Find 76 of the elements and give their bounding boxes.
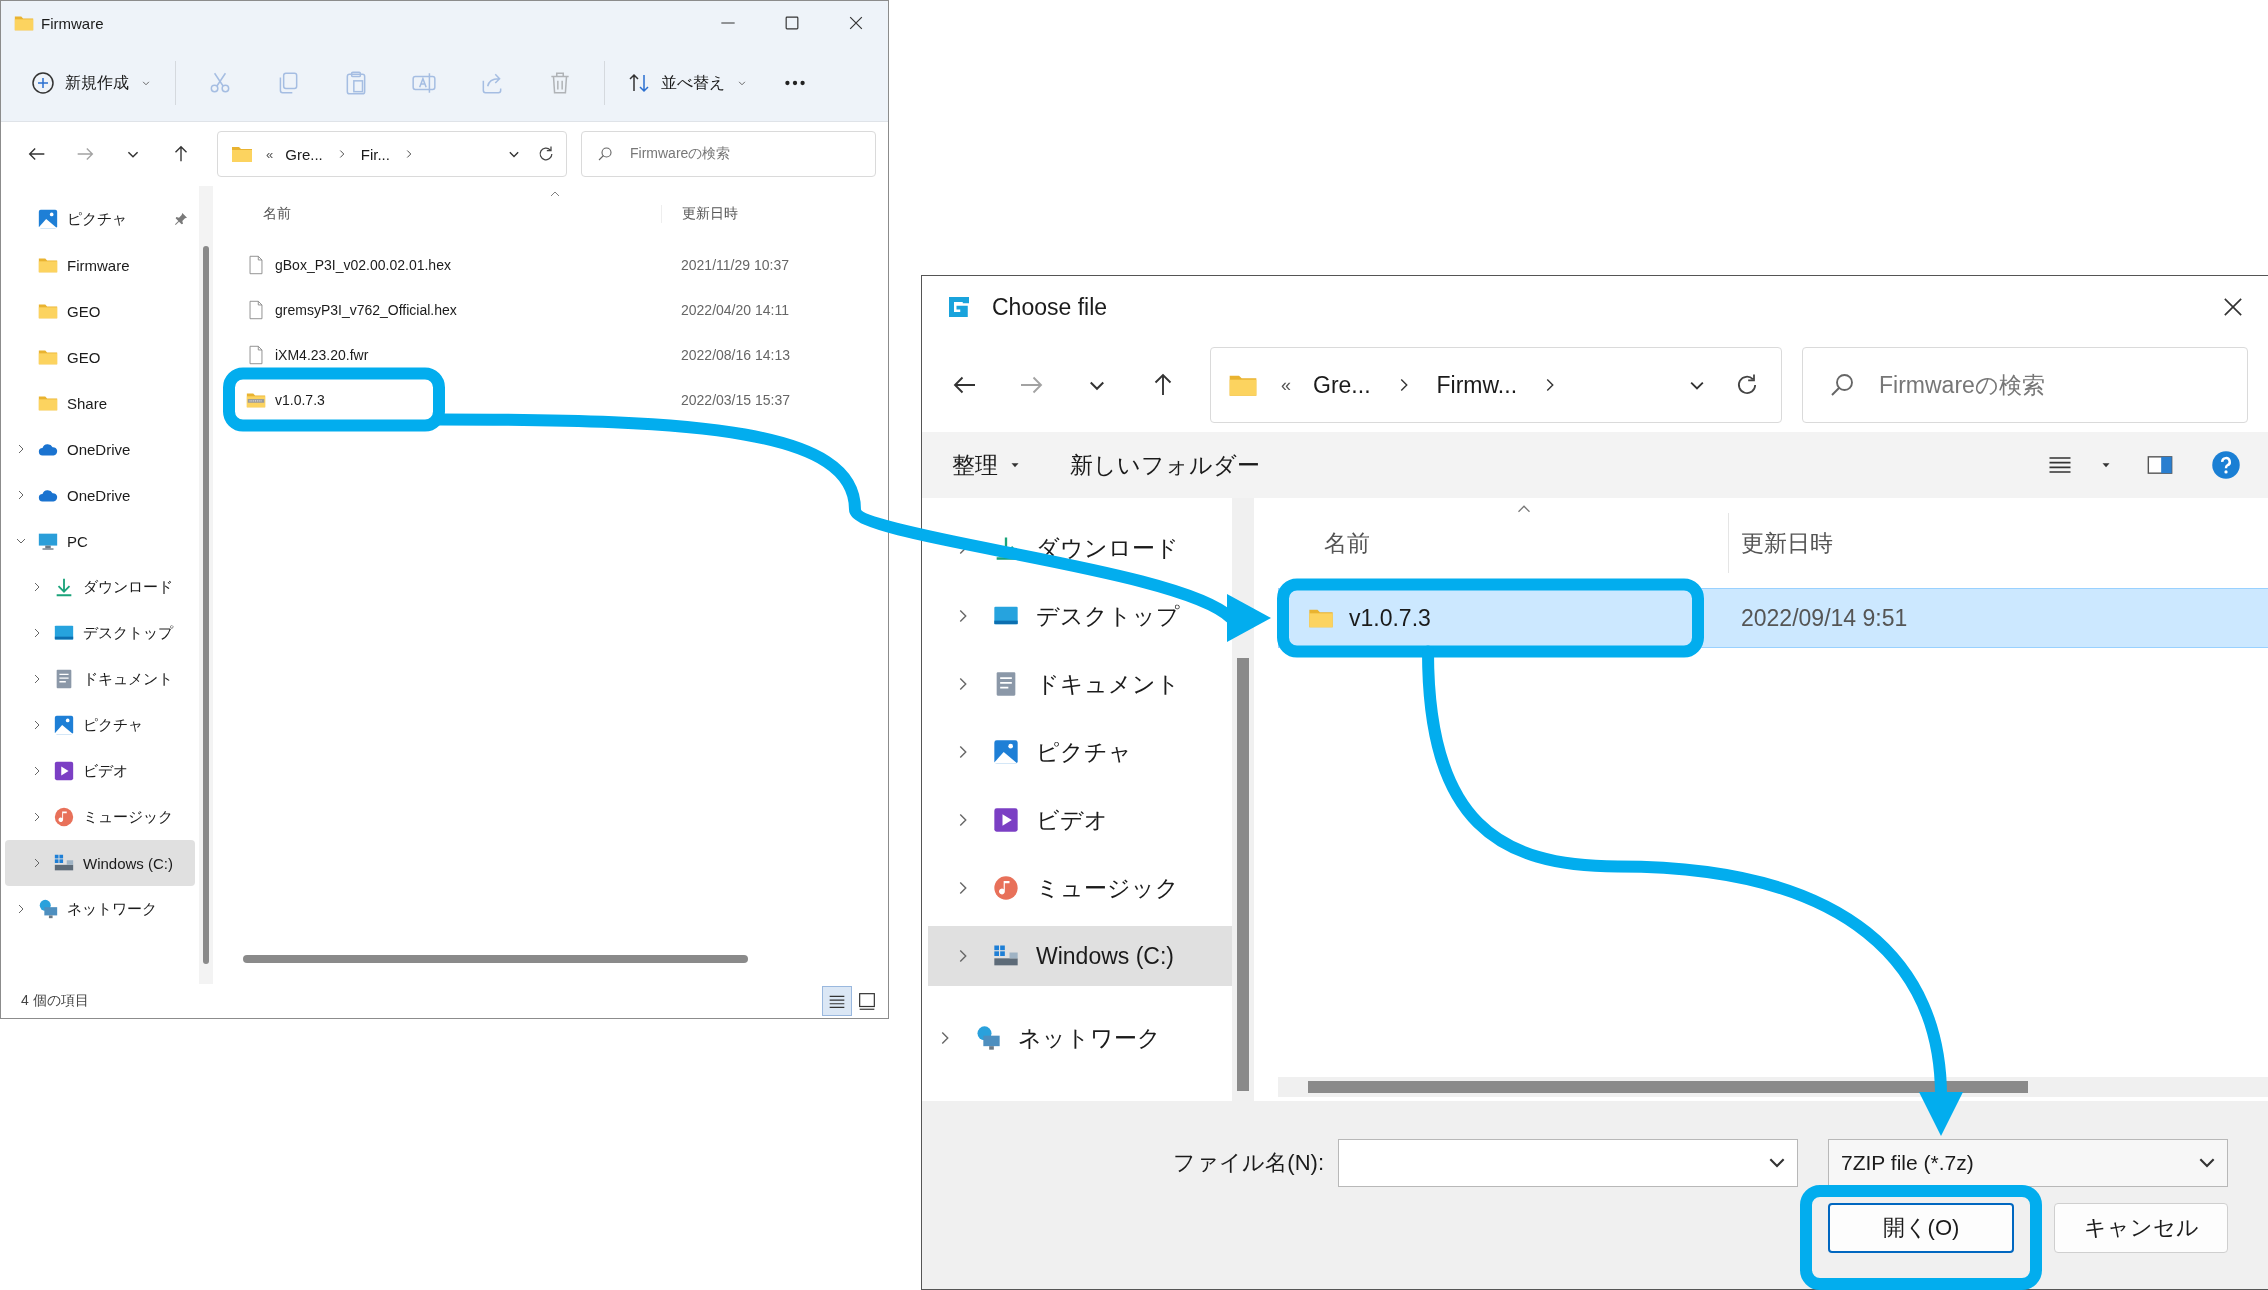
nav-item[interactable]: ダウンロード bbox=[5, 564, 195, 610]
nav-item[interactable]: ドキュメント bbox=[928, 662, 1190, 706]
nav-item[interactable]: ドキュメント bbox=[5, 656, 195, 702]
breadcrumb[interactable]: Gre... bbox=[285, 145, 323, 163]
sort-icon bbox=[627, 71, 651, 95]
file-name-field[interactable] bbox=[1338, 1139, 1798, 1187]
nav-item[interactable]: ビデオ bbox=[5, 748, 195, 794]
nav-item[interactable]: ミュージック bbox=[928, 866, 1189, 910]
new-folder-button[interactable]: 新しいフォルダー bbox=[1070, 443, 1260, 487]
chevron-down-icon[interactable] bbox=[1769, 1158, 1785, 1168]
file-type-dropdown[interactable]: 7ZIP file (*.7z) bbox=[1828, 1139, 2228, 1187]
nav-item[interactable]: Share bbox=[5, 380, 195, 426]
file-row[interactable]: v1.0.7.3 2022/03/15 15:37 bbox=[229, 377, 888, 422]
file-row[interactable]: iXM4.23.20.fwr 2022/08/16 14:13 bbox=[229, 332, 888, 377]
column-header[interactable]: 名前 bbox=[229, 205, 661, 223]
scrollbar-thumb[interactable] bbox=[1237, 658, 1249, 1091]
scrollbar-thumb[interactable] bbox=[1308, 1081, 2028, 1093]
column-header[interactable]: 名前 bbox=[1278, 527, 1728, 559]
address-bar[interactable]: « Gre... Fir... bbox=[217, 131, 567, 177]
nav-item[interactable]: PC bbox=[5, 518, 195, 564]
breadcrumb[interactable]: Firmw... bbox=[1436, 371, 1518, 399]
file-row[interactable]: gremsyP3I_v762_Official.hex 2022/04/20 14:11 bbox=[229, 287, 888, 332]
nav-item[interactable]: Windows (C:) bbox=[5, 840, 195, 886]
file-date: 2022/04/20 14:11 bbox=[680, 301, 789, 318]
chevron-down-icon bbox=[2199, 1158, 2215, 1168]
search-field[interactable]: Firmwareの検索 bbox=[581, 131, 876, 177]
file-name: gremsyP3I_v762_Official.hex bbox=[275, 301, 457, 318]
file-date: 2022/09/14 9:51 bbox=[1740, 604, 1908, 632]
file-row[interactable]: gBox_P3I_v02.00.02.01.hex 2021/11/29 10:37 bbox=[229, 242, 888, 287]
column-header[interactable]: 更新日時 bbox=[661, 205, 738, 223]
help-icon[interactable] bbox=[2211, 450, 2241, 480]
window-title: Choose file bbox=[992, 293, 1109, 321]
file-date: 2022/08/16 14:13 bbox=[680, 346, 790, 363]
search-field[interactable]: Firmwareの検索 bbox=[1802, 347, 2248, 423]
pin-icon[interactable] bbox=[173, 211, 189, 227]
file-name: gBox_P3I_v02.00.02.01.hex bbox=[275, 256, 451, 273]
overflow-chevron[interactable]: « bbox=[1281, 374, 1291, 396]
overflow-chevron[interactable]: « bbox=[266, 146, 274, 162]
nav-item[interactable]: ネットワーク bbox=[910, 1016, 1171, 1060]
nav-item[interactable]: GEO bbox=[5, 334, 195, 380]
file-name: iXM4.23.20.fwr bbox=[275, 346, 369, 363]
new-button[interactable]: 新規作成 bbox=[21, 61, 163, 105]
scrollbar-thumb[interactable] bbox=[203, 246, 209, 964]
file-date: 2022/03/15 15:37 bbox=[680, 391, 790, 408]
open-button[interactable]: 開く(O) bbox=[1828, 1203, 2014, 1253]
window-title: Firmware bbox=[41, 14, 105, 32]
file-name-label: ファイル名(N): bbox=[1173, 1149, 1324, 1177]
nav-item[interactable]: ミュージック bbox=[5, 794, 195, 840]
file-name: v1.0.7.3 bbox=[275, 391, 325, 408]
breadcrumb[interactable]: Fir... bbox=[360, 145, 390, 163]
nav-item[interactable]: デスクトップ bbox=[5, 610, 195, 656]
organize-button[interactable]: 整理 bbox=[952, 443, 1022, 487]
file-name: v1.0.7.3 bbox=[1349, 604, 1431, 632]
nav-item[interactable]: ピクチャ bbox=[5, 196, 195, 242]
status-text: 4 個の項目 bbox=[21, 992, 89, 1010]
nav-item[interactable]: OneDrive bbox=[5, 472, 195, 518]
breadcrumb[interactable]: Gre... bbox=[1313, 371, 1371, 399]
nav-item[interactable]: GEO bbox=[5, 288, 195, 334]
cancel-button[interactable]: キャンセル bbox=[2054, 1203, 2228, 1253]
nav-item[interactable]: ネットワーク bbox=[5, 886, 195, 932]
nav-item[interactable]: デスクトップ bbox=[928, 594, 1190, 638]
scrollbar-thumb[interactable] bbox=[243, 955, 748, 963]
add-icon bbox=[31, 71, 55, 95]
nav-item[interactable]: ピクチャ bbox=[928, 730, 1142, 774]
nav-item[interactable]: Windows (C:) bbox=[928, 926, 1232, 986]
file-row[interactable]: v1.0.7.3 2022/09/14 9:51 bbox=[1278, 588, 2268, 648]
nav-item[interactable]: Firmware bbox=[5, 242, 195, 288]
address-bar[interactable]: « Gre... Firmw... bbox=[1210, 347, 1782, 423]
nav-item[interactable]: ピクチャ bbox=[5, 702, 195, 748]
nav-item[interactable]: ビデオ bbox=[928, 798, 1118, 842]
file-date: 2021/11/29 10:37 bbox=[680, 256, 789, 273]
nav-item[interactable]: OneDrive bbox=[5, 426, 195, 472]
sort-button[interactable]: 並べ替え bbox=[617, 61, 759, 105]
search-icon bbox=[596, 145, 614, 163]
tiles-view-icon[interactable] bbox=[856, 990, 878, 1012]
column-header[interactable]: 更新日時 bbox=[1728, 513, 1833, 573]
